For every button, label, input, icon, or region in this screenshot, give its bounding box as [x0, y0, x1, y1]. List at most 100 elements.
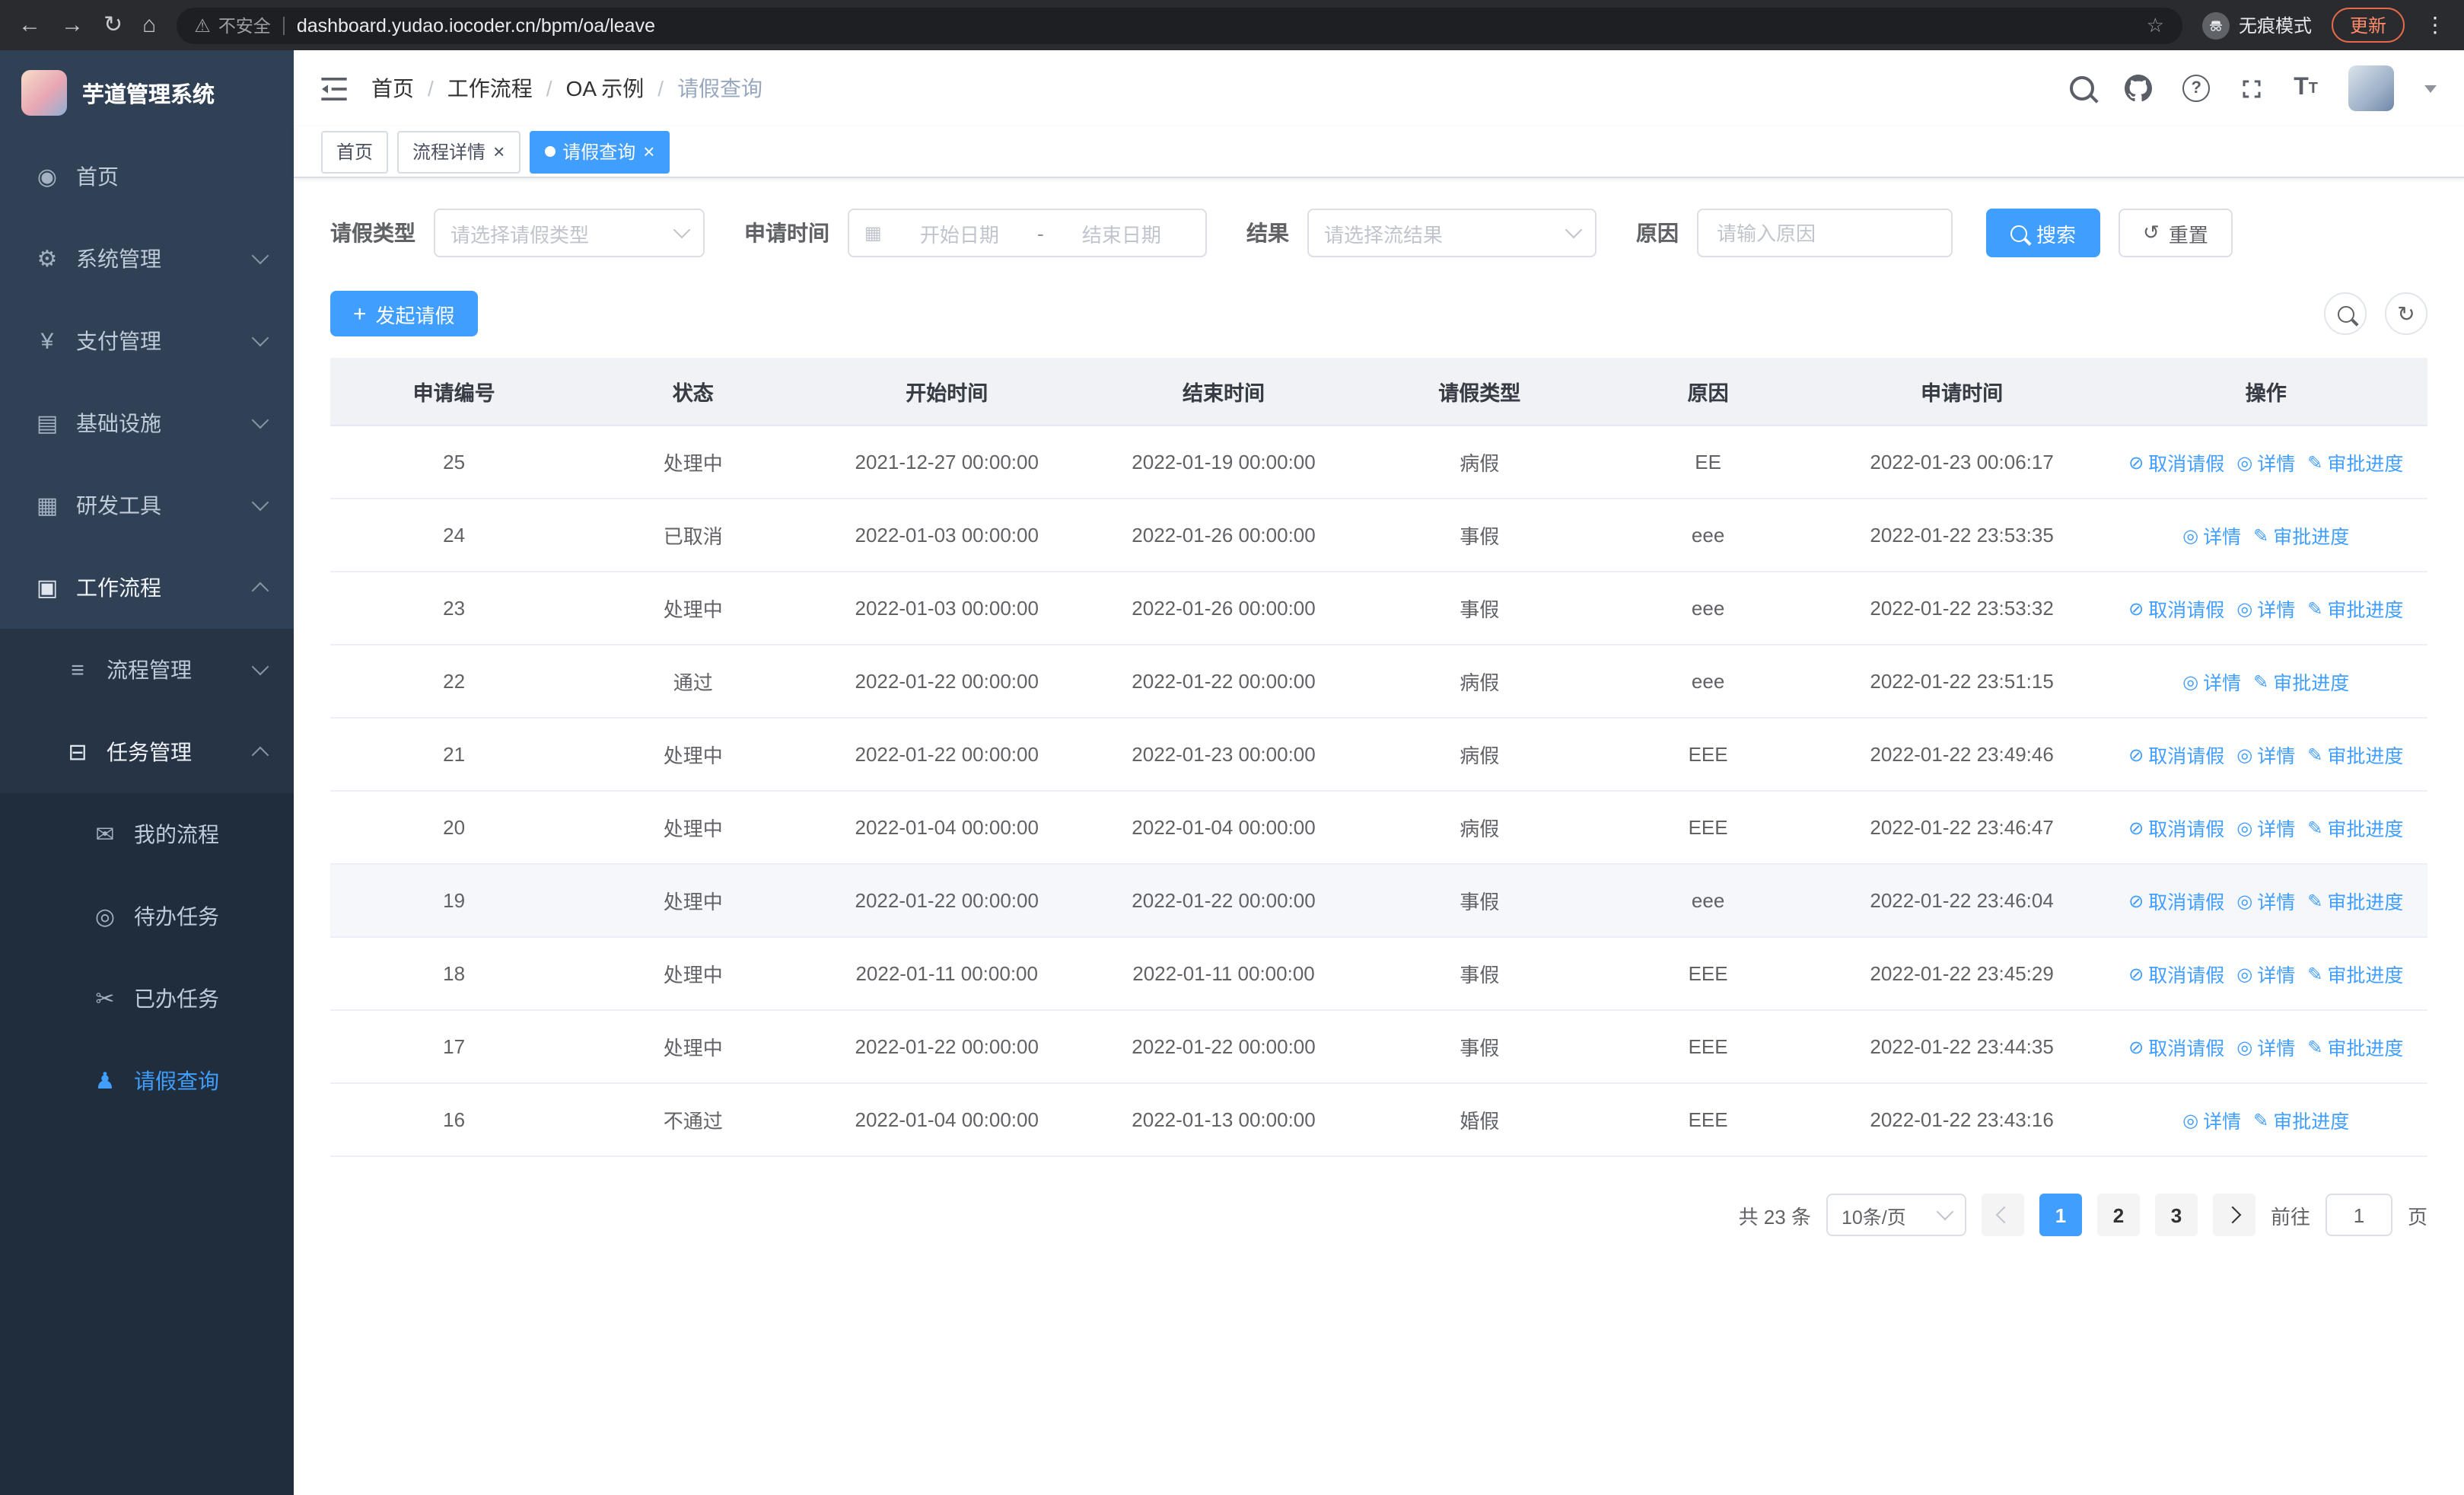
cancel-action[interactable]: ⊘ 取消请假	[2128, 740, 2224, 769]
update-button[interactable]: 更新	[2331, 8, 2405, 43]
cell-status: 处理中	[578, 864, 809, 938]
search-button[interactable]: 搜索	[1986, 209, 2101, 257]
chevron-down-icon	[251, 493, 269, 512]
close-icon[interactable]: ×	[493, 142, 505, 161]
cancel-action[interactable]: ⊘ 取消请假	[2128, 448, 2224, 477]
detail-action[interactable]: ◎ 详情	[2182, 667, 2241, 696]
detail-action[interactable]: ◎ 详情	[2182, 1105, 2241, 1134]
sidebar-item-done-tasks[interactable]: ✂ 已办任务	[0, 958, 294, 1040]
progress-action[interactable]: ✎ 审批进度	[2253, 1105, 2349, 1134]
message-icon: ✉	[95, 822, 115, 848]
prev-page-button[interactable]	[1981, 1194, 2024, 1236]
detail-action[interactable]: ◎ 详情	[2236, 740, 2295, 769]
breadcrumb-item[interactable]: 工作流程	[447, 73, 533, 104]
bookmark-star-icon[interactable]: ☆	[2147, 13, 2164, 37]
tab-home[interactable]: 首页	[321, 130, 389, 173]
close-icon[interactable]: ×	[643, 142, 654, 161]
collapse-sidebar-icon[interactable]	[321, 77, 347, 100]
refresh-table-button[interactable]: ↻	[2385, 292, 2427, 335]
edit-icon: ✎	[2307, 451, 2323, 473]
page-button-3[interactable]: 3	[2154, 1194, 2198, 1236]
warning-icon: ⚠	[194, 14, 211, 36]
breadcrumb-item[interactable]: 首页	[371, 73, 414, 104]
sidebar-item-workflow[interactable]: ▣ 工作流程	[0, 547, 294, 629]
sidebar-item-todo-tasks[interactable]: ◎ 待办任务	[0, 875, 294, 958]
cell-end: 2022-01-26 00:00:00	[1085, 572, 1362, 645]
sidebar-item-infrastructure[interactable]: ▤ 基础设施	[0, 382, 294, 464]
reset-button[interactable]: ↺ 重置	[2119, 209, 2233, 257]
sidebar-item-leave-query[interactable]: ♟ 请假查询	[0, 1040, 294, 1122]
cancel-action[interactable]: ⊘ 取消请假	[2128, 1032, 2224, 1061]
user-avatar[interactable]	[2348, 65, 2394, 111]
create-leave-button[interactable]: + 发起请假	[330, 291, 478, 336]
sidebar-item-my-process[interactable]: ✉ 我的流程	[0, 793, 294, 875]
detail-action[interactable]: ◎ 详情	[2236, 1032, 2295, 1061]
progress-action[interactable]: ✎ 审批进度	[2307, 886, 2403, 915]
plus-icon: +	[353, 301, 367, 327]
filter-leave-type: 请假类型 请选择请假类型	[330, 209, 705, 257]
page-button-1[interactable]: 1	[2039, 1194, 2082, 1236]
detail-action[interactable]: ◎ 详情	[2236, 959, 2295, 988]
font-size-icon[interactable]: TT	[2294, 75, 2318, 102]
progress-action[interactable]: ✎ 审批进度	[2307, 448, 2403, 477]
eye-icon: ◎	[2182, 671, 2199, 692]
page-button-2[interactable]: 2	[2096, 1194, 2140, 1236]
sidebar-item-payment-mgmt[interactable]: ¥ 支付管理	[0, 300, 294, 382]
progress-action[interactable]: ✎ 审批进度	[2307, 594, 2403, 623]
toggle-search-button[interactable]	[2324, 292, 2367, 335]
chevron-down-icon[interactable]	[2424, 84, 2437, 92]
fullscreen-icon[interactable]	[2240, 77, 2263, 100]
reload-icon[interactable]: ↻	[103, 14, 123, 37]
cell-type: 事假	[1361, 864, 1597, 938]
cancel-action[interactable]: ⊘ 取消请假	[2128, 594, 2224, 623]
help-icon[interactable]: ?	[2182, 75, 2211, 102]
tab-process-detail[interactable]: 流程详情 ×	[397, 130, 520, 173]
cell-actions: ⊘ 取消请假 ◎ 详情 ✎ 审批进度	[2104, 864, 2427, 938]
detail-action[interactable]: ◎ 详情	[2236, 886, 2295, 915]
progress-action[interactable]: ✎ 审批进度	[2253, 521, 2349, 550]
progress-action[interactable]: ✎ 审批进度	[2253, 667, 2349, 696]
detail-action[interactable]: ◎ 详情	[2236, 813, 2295, 842]
progress-action[interactable]: ✎ 审批进度	[2307, 740, 2403, 769]
search-icon	[2010, 225, 2027, 241]
detail-action[interactable]: ◎ 详情	[2182, 521, 2241, 550]
security-warning[interactable]: ⚠ 不安全	[194, 13, 271, 37]
github-icon[interactable]	[2125, 75, 2153, 102]
cancel-action[interactable]: ⊘ 取消请假	[2128, 813, 2224, 842]
detail-action[interactable]: ◎ 详情	[2236, 448, 2295, 477]
cancel-action[interactable]: ⊘ 取消请假	[2128, 886, 2224, 915]
back-icon[interactable]: ←	[18, 14, 41, 37]
home-icon[interactable]: ⌂	[142, 14, 156, 37]
forward-icon[interactable]: →	[61, 14, 84, 37]
detail-action[interactable]: ◎ 详情	[2236, 594, 2295, 623]
table-row: 25 处理中 2021-12-27 00:00:00 2022-01-19 00:00…	[330, 426, 2427, 499]
breadcrumb-item[interactable]: OA 示例	[566, 73, 645, 104]
date-range-picker[interactable]: ▦ 开始日期 - 结束日期	[848, 209, 1207, 257]
tab-leave-query[interactable]: 请假查询 ×	[529, 130, 670, 173]
chevron-down-icon	[1936, 1203, 1954, 1221]
sidebar-item-task-mgmt[interactable]: ⊟ 任务管理	[0, 711, 294, 793]
goto-page-input[interactable]	[2325, 1194, 2392, 1236]
sidebar-item-process-mgmt[interactable]: ≡ 流程管理	[0, 629, 294, 711]
goto-label: 前往	[2270, 1205, 2310, 1228]
sidebar-item-dev-tools[interactable]: ▦ 研发工具	[0, 464, 294, 547]
leave-type-select[interactable]: 请选择请假类型	[434, 209, 705, 257]
progress-action[interactable]: ✎ 审批进度	[2307, 1032, 2403, 1061]
cancel-action[interactable]: ⊘ 取消请假	[2128, 959, 2224, 988]
progress-action[interactable]: ✎ 审批进度	[2307, 959, 2403, 988]
search-icon[interactable]	[2070, 76, 2095, 100]
app-logo[interactable]: 芋道管理系统	[0, 50, 294, 135]
range-separator: -	[1037, 222, 1044, 244]
breadcrumb: 首页 / 工作流程 / OA 示例 / 请假查询	[371, 73, 762, 104]
cell-id: 22	[330, 645, 578, 719]
reason-input[interactable]	[1697, 209, 1953, 257]
progress-action[interactable]: ✎ 审批进度	[2307, 813, 2403, 842]
address-bar[interactable]: ⚠ 不安全 dashboard.yudao.iocoder.cn/bpm/oa/…	[176, 7, 2182, 43]
apply-time-label: 申请时间	[744, 221, 829, 245]
page-size-select[interactable]: 10条/页	[1826, 1194, 1966, 1236]
next-page-button[interactable]	[2212, 1194, 2255, 1236]
result-select[interactable]: 请选择流结果	[1307, 209, 1597, 257]
browser-menu-icon[interactable]: ⋮	[2424, 12, 2446, 38]
sidebar-item-home[interactable]: ◉ 首页	[0, 135, 294, 218]
sidebar-item-system-mgmt[interactable]: ⚙ 系统管理	[0, 218, 294, 300]
